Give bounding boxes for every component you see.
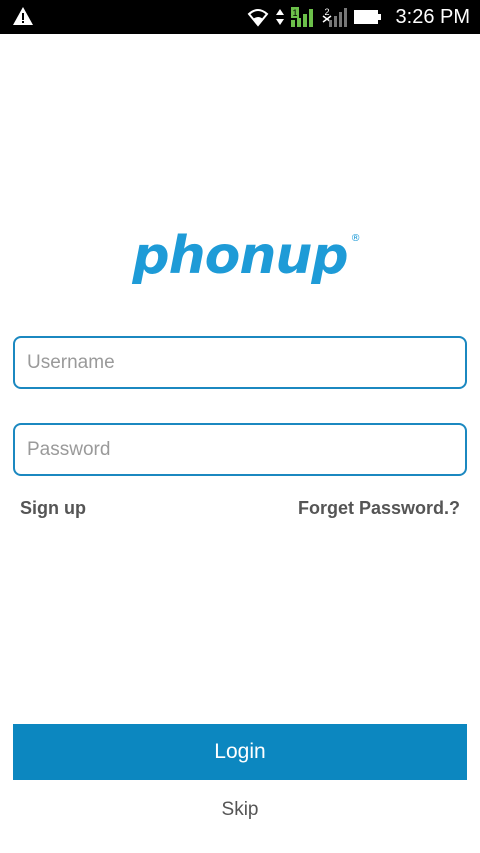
registered-mark: ® xyxy=(350,233,361,244)
signal-sim1-icon: 1 xyxy=(290,7,313,27)
skip-button[interactable]: Skip xyxy=(0,799,480,821)
sign-up-link[interactable]: Sign up xyxy=(20,498,86,519)
svg-text:2: 2 xyxy=(324,7,329,17)
username-input[interactable] xyxy=(13,336,467,389)
warning-icon xyxy=(13,7,33,25)
forget-password-link[interactable]: Forget Password.? xyxy=(298,498,460,519)
password-input[interactable] xyxy=(13,423,467,476)
signal-sim2-icon: 2 xyxy=(322,7,347,27)
data-transfer-icon xyxy=(275,9,284,25)
status-time: 3:26 PM xyxy=(395,5,470,28)
status-icons: 1 2 3:26 PM xyxy=(246,0,470,34)
status-bar: 1 2 3:26 PM xyxy=(0,0,480,34)
login-screen: 1 2 3:26 PM phonup ® Username Sign up Fo… xyxy=(0,0,480,853)
logo-text: phonup xyxy=(132,226,348,286)
login-button[interactable]: Login xyxy=(13,724,467,780)
svg-text:1: 1 xyxy=(292,8,297,18)
logo-wordmark: phonup ® xyxy=(132,230,360,282)
wifi-icon xyxy=(247,9,268,27)
battery-icon xyxy=(353,10,381,24)
app-logo: phonup ® xyxy=(0,230,480,300)
